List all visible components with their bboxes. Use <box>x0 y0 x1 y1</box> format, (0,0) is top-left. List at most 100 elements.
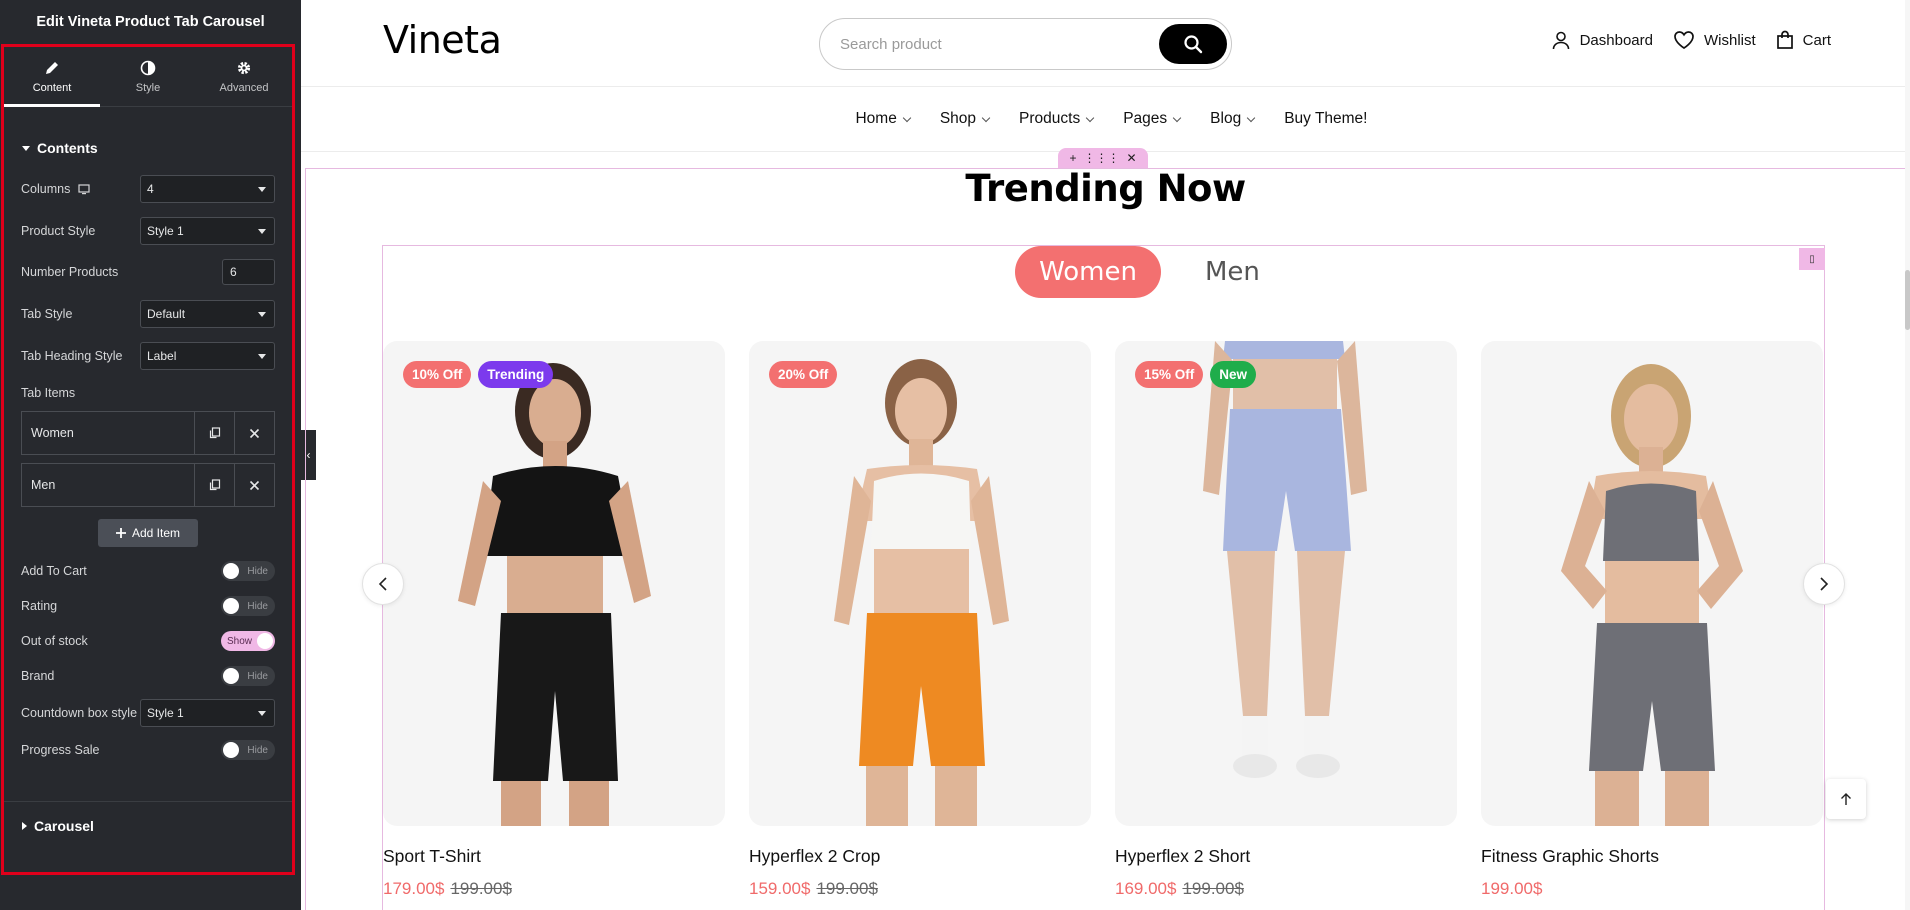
columns-select[interactable]: 4 <box>140 175 275 203</box>
toggle-state: Show <box>227 635 253 647</box>
select-caret-icon <box>258 311 266 317</box>
old-price: 199.00$ <box>450 879 512 898</box>
nav-buy-theme[interactable]: Buy Theme! <box>1284 110 1367 128</box>
add-section-icon[interactable]: + <box>1069 151 1076 165</box>
site-logo[interactable]: Vineta <box>383 18 502 62</box>
product-card[interactable]: 20% Off Hyperflex 2 Crop 159.00$ 199.00$ <box>749 341 1091 899</box>
product-card[interactable]: 10% Off Trending Sport T-Shirt 179.00$ 1… <box>383 341 725 899</box>
add-item-button[interactable]: Add Item <box>98 519 198 547</box>
control-brand: Brand Hide <box>4 665 292 687</box>
product-image[interactable]: 15% Off New <box>1115 341 1457 826</box>
carousel-next-button[interactable] <box>1803 563 1845 605</box>
number-products-input[interactable]: 6 <box>222 259 275 285</box>
badge-group: 15% Off New <box>1135 361 1257 388</box>
caret-right-icon <box>22 822 27 830</box>
number-products-label: Number Products <box>21 265 119 279</box>
search-bar[interactable]: Search product <box>819 18 1232 70</box>
tab-style-select[interactable]: Default <box>140 300 275 328</box>
close-icon <box>249 480 260 490</box>
carousel-prev-button[interactable] <box>362 563 404 605</box>
nav-home[interactable]: Home <box>855 110 912 128</box>
model-black-outfit-image <box>458 363 651 826</box>
nav-blog[interactable]: Blog <box>1210 110 1256 128</box>
chevron-down-icon <box>902 113 912 122</box>
progress-sale-label: Progress Sale <box>21 743 100 757</box>
search-input[interactable]: Search product <box>840 36 1159 53</box>
duplicate-icon <box>209 479 220 491</box>
close-section-icon[interactable]: ✕ <box>1126 151 1136 165</box>
nav-products[interactable]: Products <box>1019 110 1095 128</box>
nav-label: Blog <box>1210 110 1242 127</box>
product-name[interactable]: Fitness Graphic Shorts <box>1481 846 1823 867</box>
site-header: Vineta Search product Dashboard Wishlist… <box>301 0 1910 87</box>
sale-price: 169.00$ <box>1115 879 1177 898</box>
product-card[interactable]: 15% Off New Hyperflex 2 Short 169.00$ 19… <box>1115 341 1457 899</box>
control-tab-heading-style: Tab Heading Style Label <box>4 342 292 370</box>
product-image[interactable]: 10% Off Trending <box>383 341 725 826</box>
contents-heading: Contents <box>37 140 98 156</box>
page-scrollbar[interactable] <box>1905 0 1910 910</box>
tab-item-men[interactable]: Men <box>21 463 275 507</box>
rating-label: Rating <box>21 599 58 613</box>
nav-shop[interactable]: Shop <box>940 110 991 128</box>
product-name[interactable]: Hyperflex 2 Crop <box>749 846 1091 867</box>
chevron-down-icon <box>1085 113 1095 122</box>
select-caret-icon <box>258 186 266 192</box>
rating-toggle[interactable]: Hide <box>221 596 275 616</box>
tab-content[interactable]: Content <box>4 47 100 107</box>
tab-advanced[interactable]: Advanced <box>196 47 292 106</box>
tab-style-value: Default <box>147 307 186 321</box>
tab-style[interactable]: Style <box>100 47 196 106</box>
discount-badge: 10% Off <box>403 361 472 388</box>
product-price: 159.00$ 199.00$ <box>749 879 1091 899</box>
control-product-style: Product Style Style 1 <box>4 217 292 245</box>
product-style-value: Style 1 <box>147 224 184 238</box>
scrollbar-thumb[interactable] <box>1905 270 1910 330</box>
new-badge: New <box>1210 361 1257 388</box>
tab-item-women[interactable]: Women <box>21 411 275 455</box>
tab-item-title[interactable]: Women <box>22 412 194 454</box>
wishlist-link[interactable]: Wishlist <box>1673 30 1756 50</box>
control-tab-style: Tab Style Default <box>4 300 292 328</box>
drag-handle-icon[interactable]: ⋮⋮⋮ <box>1083 151 1119 165</box>
control-tab-items-label: Tab Items <box>4 383 292 403</box>
product-image[interactable] <box>1481 341 1823 826</box>
tab-women[interactable]: Women <box>1015 246 1161 298</box>
add-item-label: Add Item <box>131 526 181 540</box>
product-name[interactable]: Hyperflex 2 Short <box>1115 846 1457 867</box>
remove-button[interactable] <box>234 412 274 454</box>
tab-heading-style-select[interactable]: Label <box>140 342 275 370</box>
tab-item-title[interactable]: Men <box>22 464 194 506</box>
editor-panel: Edit Vineta Product Tab Carousel Content… <box>0 0 301 910</box>
product-image[interactable]: 20% Off <box>749 341 1091 826</box>
chevron-right-icon <box>1820 577 1829 591</box>
main-nav: Home Shop Products Pages Blog Buy Theme! <box>301 87 1910 152</box>
dashboard-link[interactable]: Dashboard <box>1551 30 1653 50</box>
brand-toggle[interactable]: Hide <box>221 666 275 686</box>
search-button[interactable] <box>1159 24 1227 64</box>
nav-pages[interactable]: Pages <box>1123 110 1182 128</box>
product-card[interactable]: Fitness Graphic Shorts 199.00$ <box>1481 341 1823 899</box>
out-of-stock-toggle[interactable]: Show <box>221 631 275 651</box>
toggle-state: Hide <box>247 670 268 682</box>
progress-sale-toggle[interactable]: Hide <box>221 740 275 760</box>
add-to-cart-toggle[interactable]: Hide <box>221 561 275 581</box>
remove-button[interactable] <box>234 464 274 506</box>
duplicate-icon <box>209 427 220 439</box>
select-caret-icon <box>258 353 266 359</box>
duplicate-button[interactable] <box>194 412 234 454</box>
user-icon <box>1552 31 1569 50</box>
product-name[interactable]: Sport T-Shirt <box>383 846 725 867</box>
tab-men[interactable]: Men <box>1181 246 1284 298</box>
product-price: 169.00$ 199.00$ <box>1115 879 1457 899</box>
gear-icon <box>237 61 251 74</box>
product-style-select[interactable]: Style 1 <box>140 217 275 245</box>
countdown-select[interactable]: Style 1 <box>140 699 275 727</box>
nav-label: Home <box>855 110 897 127</box>
brand-label: Brand <box>21 669 55 683</box>
duplicate-button[interactable] <box>194 464 234 506</box>
carousel-section-toggle[interactable]: Carousel <box>4 802 292 850</box>
back-to-top-button[interactable] <box>1826 779 1866 819</box>
control-countdown: Countdown box style Style 1 <box>4 699 292 727</box>
cart-link[interactable]: Cart <box>1776 30 1831 50</box>
